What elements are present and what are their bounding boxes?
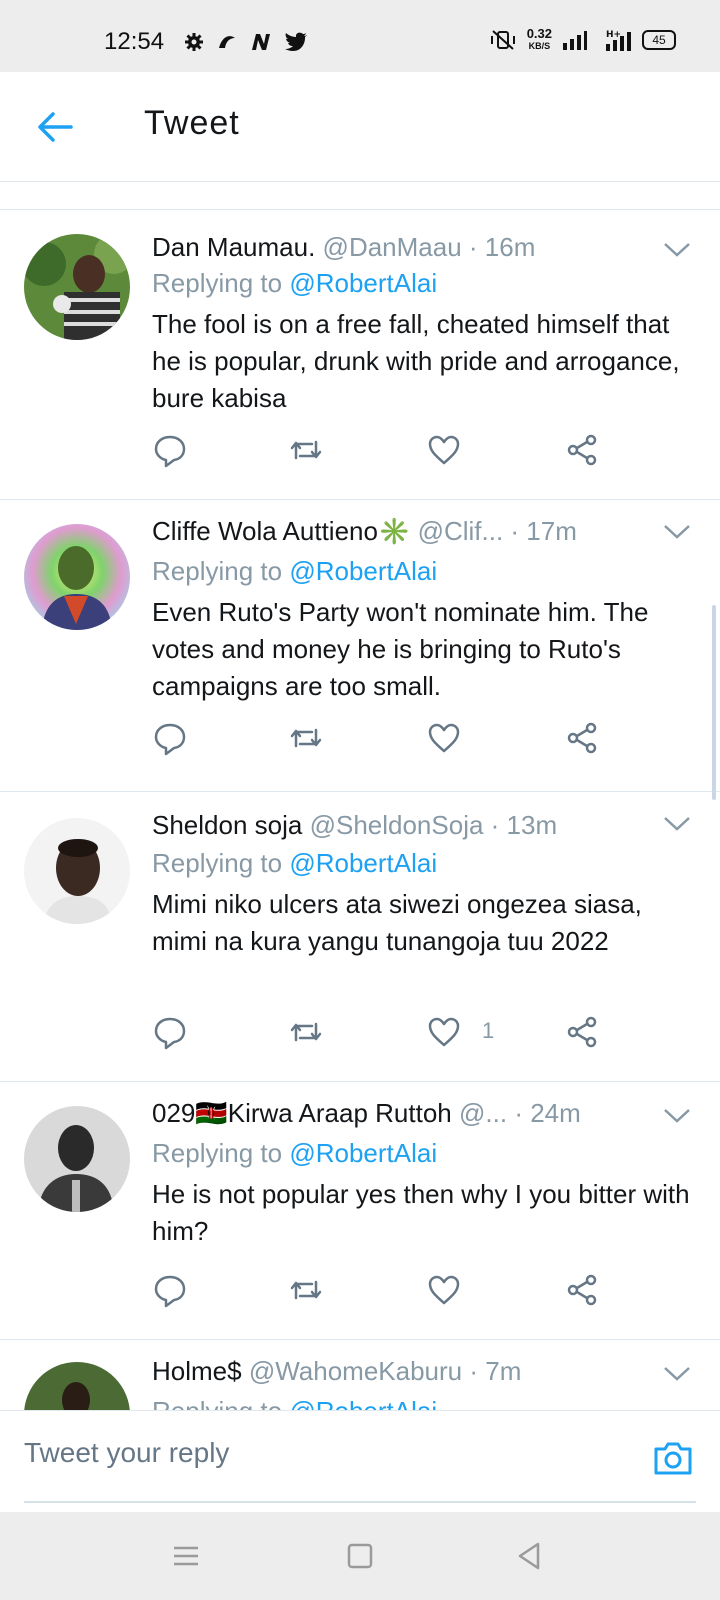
tweet-item[interactable]: Holme$ @WahomeKaburu · 7m Replying to @R… bbox=[0, 1340, 720, 1410]
tweet-actions bbox=[152, 1272, 612, 1308]
tweet-text: Mimi niko ulcers ata siwezi ongezea sias… bbox=[152, 889, 642, 956]
tweet-author-name[interactable]: 029🇰🇪Kirwa Araap Ruttoh bbox=[152, 1098, 452, 1128]
camera-icon[interactable] bbox=[652, 1437, 694, 1479]
menu-icon[interactable] bbox=[170, 1540, 202, 1572]
tweet-author-name[interactable]: Holme$ bbox=[152, 1356, 242, 1386]
tweet-time: · 17m bbox=[510, 516, 577, 546]
n-app-icon bbox=[252, 34, 270, 50]
svg-text:H+: H+ bbox=[606, 30, 621, 40]
tweet-author-handle[interactable]: @WahomeKaburu bbox=[249, 1356, 462, 1386]
like-count: 1 bbox=[482, 1018, 495, 1043]
back-button[interactable] bbox=[30, 102, 80, 152]
status-notification-icons bbox=[184, 32, 308, 52]
status-system-icons: 0.32 KB/S H+ 45 bbox=[489, 26, 676, 52]
comment-icon[interactable] bbox=[152, 1014, 188, 1050]
heart-icon[interactable] bbox=[426, 1014, 462, 1050]
avatar[interactable] bbox=[24, 1362, 130, 1410]
tweet-item[interactable]: 029🇰🇪Kirwa Araap Ruttoh @... · 24m Reply… bbox=[0, 1082, 720, 1340]
retweet-icon[interactable] bbox=[288, 432, 324, 468]
page-title: Tweet bbox=[144, 104, 240, 142]
tweet-author-name[interactable]: Sheldon soja bbox=[152, 810, 302, 840]
avatar[interactable] bbox=[24, 524, 130, 630]
mention-link[interactable]: @RobertAlai bbox=[289, 848, 437, 878]
tweet-text: He is not popular yes then why I you bit… bbox=[152, 1179, 690, 1246]
replying-to: Replying to @RobertAlai bbox=[152, 268, 438, 298]
arrow-left-icon bbox=[38, 112, 73, 142]
share-icon[interactable] bbox=[564, 720, 600, 756]
status-bar: 12:54 0.32 KB/S H+ 45 bbox=[0, 0, 720, 72]
chevron-down-icon[interactable] bbox=[662, 1364, 692, 1384]
tweet-author-handle[interactable]: @SheldonSoja bbox=[310, 810, 484, 840]
retweet-icon[interactable] bbox=[288, 720, 324, 756]
network-speed: 0.32 KB/S bbox=[526, 26, 552, 51]
battery-indicator: 45 bbox=[642, 30, 676, 50]
scrollbar[interactable] bbox=[712, 605, 716, 800]
home-square-icon[interactable] bbox=[344, 1540, 376, 1572]
heart-icon[interactable] bbox=[426, 1272, 462, 1308]
replying-to: Replying to @RobertAlai bbox=[152, 556, 438, 586]
share-icon[interactable] bbox=[564, 1014, 600, 1050]
tweet-item[interactable]: Dan Maumau. @DanMaau · 16m Replying to @… bbox=[0, 210, 720, 500]
comment-icon[interactable] bbox=[152, 720, 188, 756]
replying-to: Replying to @RobertAlai bbox=[152, 848, 438, 878]
mobile-data-signal-icon: H+ bbox=[606, 30, 631, 51]
tweet-author-name[interactable]: Cliffe Wola Auttieno✳️ bbox=[152, 516, 410, 546]
tweet-time: · 24m bbox=[514, 1098, 581, 1128]
share-icon[interactable] bbox=[564, 432, 600, 468]
heart-icon[interactable] bbox=[426, 432, 462, 468]
previous-tweet-fragment bbox=[0, 182, 720, 210]
retweet-icon[interactable] bbox=[288, 1014, 324, 1050]
tweet-item[interactable]: Cliffe Wola Auttieno✳️ @Clif... · 17m Re… bbox=[0, 500, 720, 792]
tweet-header: Cliffe Wola Auttieno✳️ @Clif... · 17m bbox=[152, 516, 660, 547]
tweet-author-handle[interactable]: @... bbox=[459, 1098, 507, 1128]
signal-icon bbox=[563, 31, 587, 50]
tweet-author-handle[interactable]: @Clif... bbox=[418, 516, 504, 546]
tweet-item[interactable]: Sheldon soja @SheldonSoja · 13m Replying… bbox=[0, 792, 720, 1082]
comment-icon[interactable] bbox=[152, 1272, 188, 1308]
tweet-author-name[interactable]: Dan Maumau. bbox=[152, 232, 315, 262]
status-time: 12:54 bbox=[104, 28, 165, 55]
mention-link[interactable]: @RobertAlai bbox=[289, 268, 437, 298]
mention-link[interactable]: @RobertAlai bbox=[289, 1138, 437, 1168]
app-bar: Tweet bbox=[0, 72, 720, 182]
tweet-text: Even Ruto's Party won't nominate him. Th… bbox=[152, 597, 649, 701]
reply-bar bbox=[0, 1410, 720, 1512]
tweet-time: · 7m bbox=[469, 1356, 522, 1386]
mention-link[interactable]: @RobertAlai bbox=[289, 1396, 437, 1410]
avatar[interactable] bbox=[24, 234, 130, 340]
chevron-down-icon[interactable] bbox=[662, 814, 692, 834]
tweet-header: Dan Maumau. @DanMaau · 16m bbox=[152, 232, 660, 263]
back-triangle-icon[interactable] bbox=[514, 1540, 546, 1572]
avatar[interactable] bbox=[24, 1106, 130, 1212]
app-notification-icon bbox=[219, 36, 235, 48]
gear-icon bbox=[185, 33, 203, 51]
comment-icon[interactable] bbox=[152, 432, 188, 468]
mention-link[interactable]: @RobertAlai bbox=[289, 556, 437, 586]
tweet-header: Holme$ @WahomeKaburu · 7m bbox=[152, 1356, 660, 1387]
heart-icon[interactable] bbox=[426, 720, 462, 756]
reply-input[interactable] bbox=[24, 1437, 584, 1469]
system-navigation-bar bbox=[0, 1512, 720, 1600]
chevron-down-icon[interactable] bbox=[662, 1106, 692, 1126]
twitter-bird-icon bbox=[285, 32, 307, 51]
replying-to: Replying to @RobertAlai bbox=[152, 1396, 437, 1410]
chevron-down-icon[interactable] bbox=[662, 522, 692, 542]
reply-input-underline bbox=[24, 1501, 696, 1503]
avatar[interactable] bbox=[24, 818, 130, 924]
chevron-down-icon[interactable] bbox=[662, 240, 692, 260]
tweet-header: 029🇰🇪Kirwa Araap Ruttoh @... · 24m bbox=[152, 1098, 660, 1129]
tweet-header: Sheldon soja @SheldonSoja · 13m bbox=[152, 810, 660, 841]
tweet-actions bbox=[152, 720, 612, 756]
share-icon[interactable] bbox=[564, 1272, 600, 1308]
replying-to: Replying to @RobertAlai bbox=[152, 1138, 438, 1168]
tweet-text: The fool is on a free fall, cheated hims… bbox=[152, 309, 680, 413]
tweet-time: · 16m bbox=[468, 232, 536, 262]
vibrate-off-icon bbox=[490, 30, 515, 50]
tweet-actions: 1 bbox=[152, 1014, 612, 1050]
tweet-actions bbox=[152, 432, 612, 468]
retweet-icon[interactable] bbox=[288, 1272, 324, 1308]
tweet-author-handle[interactable]: @DanMaau bbox=[323, 232, 462, 262]
tweet-time: · 13m bbox=[490, 810, 558, 840]
